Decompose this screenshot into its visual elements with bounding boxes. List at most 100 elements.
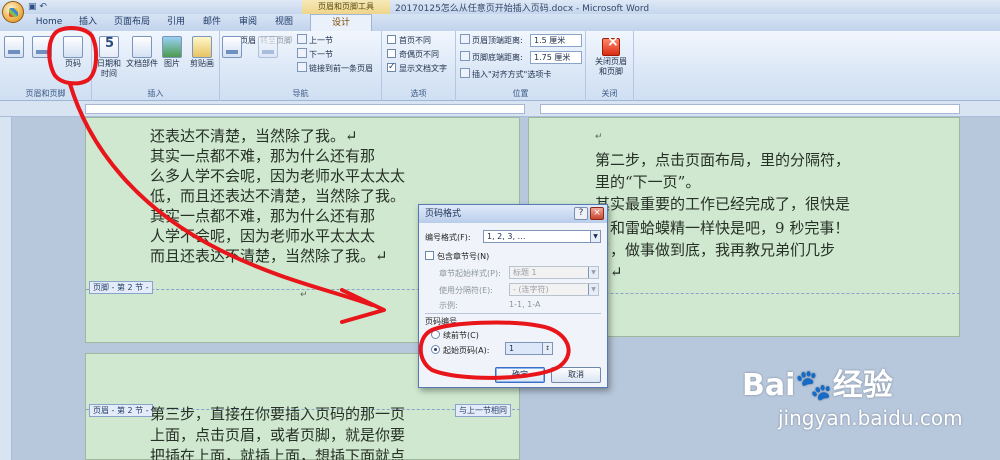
page-number-label: 页码 <box>65 59 81 68</box>
horizontal-ruler[interactable] <box>0 101 1000 117</box>
include-chapter-checkbox[interactable]: 包含章节号(N) <box>425 251 489 262</box>
footer-button[interactable]: 页脚 <box>32 36 56 58</box>
tab-insert[interactable]: 插入 <box>70 14 106 31</box>
text-line[interactable]: 其实最重要的工作已经完成了，很快是 <box>595 194 850 214</box>
tab-home[interactable]: Home <box>30 14 68 31</box>
close-icon <box>602 37 620 56</box>
text-line[interactable]: 么多人学不会呢，因为老师水平太太太 <box>150 166 405 186</box>
start-at-value: 1 <box>509 344 515 353</box>
page-numbering-heading: 页码编号 <box>425 317 457 326</box>
header-top-distance-input[interactable]: 1.5 厘米 <box>530 34 582 47</box>
start-at-radio[interactable]: 起始页码(A): <box>431 345 489 356</box>
tab-references[interactable]: 引用 <box>160 14 192 31</box>
text-line[interactable]: 其实一点都不难，那为什么还有那 <box>150 206 375 226</box>
paragraph-mark: ↵ <box>300 290 308 300</box>
quick-parts-button[interactable]: 文档部件 <box>124 36 160 69</box>
start-at-input[interactable]: 1 ↕ <box>505 342 553 355</box>
link-icon <box>297 62 307 72</box>
goto-header-button[interactable]: 转至页眉 <box>222 36 258 58</box>
text-line[interactable]: 里的“下一页”。 <box>595 172 700 192</box>
help-icon[interactable]: ? <box>574 207 588 220</box>
different-odd-even-label: 奇偶页不同 <box>399 50 439 59</box>
text-line[interactable]: 人学不会呢，因为老师水平太太太 <box>150 226 375 246</box>
continue-previous-radio[interactable]: 续前节(C) <box>431 330 479 341</box>
text-line[interactable]: 了，做事做到底，我再教兄弟们几步 <box>595 240 835 260</box>
footer-icon <box>32 36 52 58</box>
page-number-format-dialog[interactable]: 页码格式 ? × 编号格式(F): 1, 2, 3, … ▼ 包含章节号(N) … <box>418 204 608 388</box>
text-line[interactable]: 其实一点都不难，那为什么还有那 <box>150 146 375 166</box>
watermark-brand: Bai <box>742 368 796 403</box>
goto-footer-button[interactable]: 转至页脚 <box>258 36 294 58</box>
show-document-text-checkbox[interactable]: 显示文档文字 <box>387 61 447 75</box>
close-header-footer-label-2: 和页脚 <box>599 67 623 76</box>
paragraph-mark: ↵ <box>595 132 603 142</box>
group-label: 选项 <box>410 89 427 98</box>
text-line[interactable]: ，和雷蛤蟆精一样快是吧，9 秒完事！ <box>595 218 849 238</box>
chevron-down-icon[interactable]: ▼ <box>588 267 598 278</box>
picture-button[interactable]: 图片 <box>160 36 184 69</box>
chevron-down-icon[interactable]: ▼ <box>588 284 598 295</box>
radio-selected-icon <box>431 345 440 354</box>
text-line[interactable]: 低，而且还表达不清楚，当然除了我。 <box>150 186 405 206</box>
different-first-page-checkbox[interactable]: 首页不同 <box>387 34 431 47</box>
undo-icon[interactable]: ↶ <box>39 2 47 12</box>
footer-section-tag: 页脚 - 第 2 节 - <box>89 281 153 294</box>
text-line[interactable]: 把插在上面，就插上面，想插下面就点 <box>150 446 405 460</box>
chapter-style-select[interactable]: 标题 1 ▼ <box>509 266 599 279</box>
ok-button[interactable]: 确定 <box>495 367 545 383</box>
chevron-down-icon[interactable]: ▼ <box>590 231 600 242</box>
footer-bottom-distance-input[interactable]: 1.75 厘米 <box>530 51 582 64</box>
tab-review[interactable]: 审阅 <box>232 14 264 31</box>
footer-bottom-distance-text: 页脚底端距离: <box>472 53 523 62</box>
chapter-style-label: 章节起始样式(P): <box>439 269 501 278</box>
quick-parts-label: 文档部件 <box>126 59 158 68</box>
show-document-text-label: 显示文档文字 <box>399 64 447 73</box>
header-distance-icon <box>460 34 470 44</box>
window-title: 20170125怎么从任意页开始插入页码.docx - Microsoft Wo… <box>395 4 650 14</box>
text-line[interactable]: 第二步，点击页面布局，里的分隔符， <box>595 150 850 170</box>
clip-art-label: 剪贴画 <box>190 59 214 68</box>
group-label: 位置 <box>512 89 529 98</box>
date-time-label-2: 时间 <box>101 69 117 78</box>
checkbox-icon <box>387 35 396 44</box>
previous-section-button[interactable]: 上一节 <box>297 34 333 47</box>
context-tab-label: 页眉和页脚工具 <box>302 0 390 14</box>
text-line[interactable]: 上面，点击页眉，或者页脚，就是你要 <box>150 425 405 445</box>
picture-label: 图片 <box>164 59 180 68</box>
clip-art-button[interactable]: 剪贴画 <box>186 36 218 69</box>
close-icon[interactable]: × <box>590 207 604 220</box>
date-time-button[interactable]: 日期和 时间 <box>96 36 122 79</box>
quick-access-toolbar[interactable]: ▣ ↶ <box>28 2 47 12</box>
separator-select[interactable]: - (连字符) ▼ <box>509 283 599 296</box>
example-label: 示例: <box>439 301 458 310</box>
previous-icon <box>297 34 307 44</box>
different-first-page-label: 首页不同 <box>399 36 431 45</box>
text-line[interactable]: 还表达不清楚，当然除了我。↵ <box>150 126 358 146</box>
text-line[interactable]: 而且还表达不清楚，当然除了我。↵ <box>150 246 388 266</box>
tab-page-layout[interactable]: 页面布局 <box>108 14 156 31</box>
ruler-text-area <box>85 104 525 114</box>
save-icon[interactable]: ▣ <box>28 2 37 12</box>
different-odd-even-checkbox[interactable]: 奇偶页不同 <box>387 48 439 61</box>
number-format-select[interactable]: 1, 2, 3, … ▼ <box>483 230 601 243</box>
insert-alignment-tab-button[interactable]: 插入"对齐方式"选项卡 <box>460 68 551 81</box>
header-button[interactable]: 页眉 <box>4 36 28 58</box>
tab-view[interactable]: 视图 <box>268 14 300 31</box>
vertical-ruler[interactable] <box>0 117 12 460</box>
office-button[interactable] <box>2 1 24 23</box>
baidu-logo: Bai🐾经验 <box>742 360 893 404</box>
tab-design[interactable]: 设计 <box>310 14 372 31</box>
ruler-text-area-right <box>540 104 960 114</box>
tab-mailings[interactable]: 邮件 <box>196 14 228 31</box>
text-line[interactable]: 第三步，直接在你要插入页码的那一页 <box>150 404 405 424</box>
dialog-title-bar[interactable]: 页码格式 ? × <box>419 205 607 223</box>
page-number-button[interactable]: 页码 <box>60 36 86 69</box>
cancel-button[interactable]: 取消 <box>551 367 601 383</box>
spinner-icon[interactable]: ↕ <box>542 343 552 354</box>
close-header-footer-button[interactable]: 关闭页眉 和页脚 <box>590 36 632 77</box>
link-to-previous-button[interactable]: 链接到前一条页眉 <box>297 62 373 75</box>
next-section-button[interactable]: 下一节 <box>297 48 333 61</box>
date-time-label-1: 日期和 <box>97 59 121 68</box>
previous-section-label: 上一节 <box>309 36 333 45</box>
include-chapter-label: 包含章节号(N) <box>437 252 490 261</box>
